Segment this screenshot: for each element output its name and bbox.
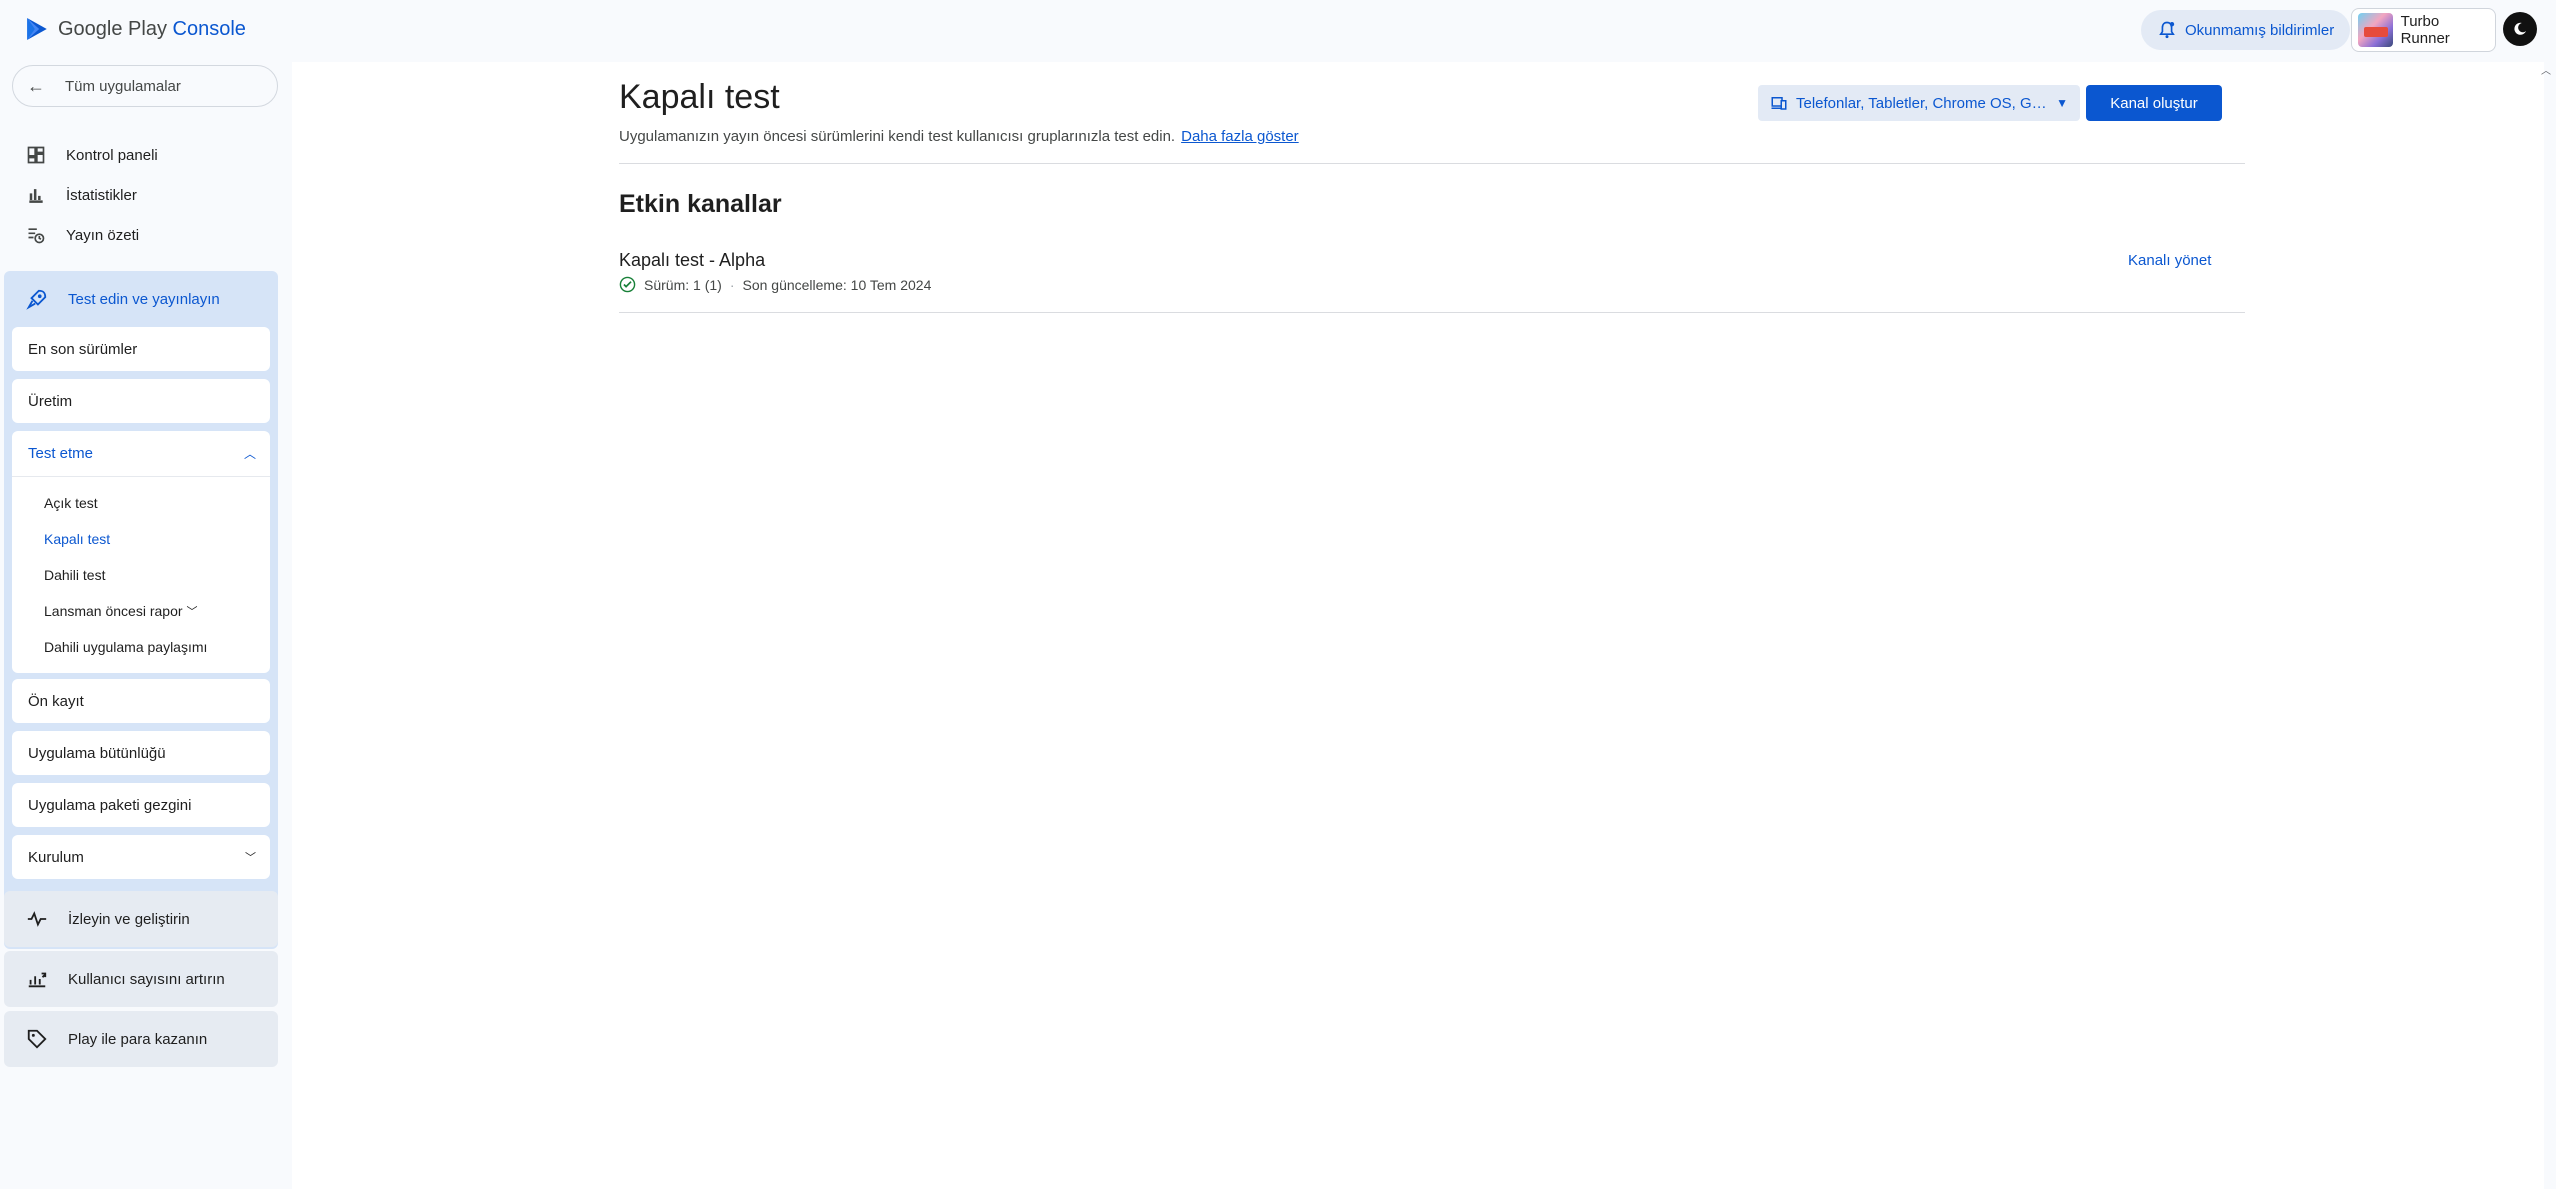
check-circle-icon bbox=[619, 276, 636, 293]
sidebar-item-label: Üretim bbox=[28, 392, 73, 410]
sidebar-group-label: İzleyin ve geliştirin bbox=[68, 910, 190, 928]
separator-dot: · bbox=[729, 276, 735, 293]
sidebar-item-pre-registration[interactable]: Ön kayıt bbox=[12, 679, 270, 723]
sidebar-item-label: Kontrol paneli bbox=[66, 146, 158, 164]
sidebar-group-label: Play ile para kazanın bbox=[68, 1030, 208, 1048]
logo-text: Google Play Console bbox=[58, 17, 246, 40]
track-meta: Sürüm: 1 (1) · Son güncelleme: 10 Tem 20… bbox=[619, 276, 931, 293]
sidebar-item-label: Uygulama paketi gezgini bbox=[28, 796, 192, 814]
sidebar-item-label: En son sürümler bbox=[28, 340, 138, 358]
track-divider bbox=[619, 312, 2245, 313]
bar-chart-icon bbox=[29, 189, 43, 203]
create-track-button[interactable]: Kanal oluştur bbox=[2086, 85, 2222, 121]
manage-track-link[interactable]: Kanalı yönet bbox=[2128, 252, 2211, 269]
dark-theme-toggle[interactable] bbox=[2503, 12, 2537, 46]
sidebar-item-app-bundle-explorer[interactable]: Uygulama paketi gezgini bbox=[12, 783, 270, 827]
sidebar-item-closed-testing[interactable]: Kapalı test bbox=[12, 521, 270, 557]
sidebar-item-label: Ön kayıt bbox=[28, 692, 84, 710]
device-filter-select[interactable]: Telefonlar, Tabletler, Chrome OS, Google… bbox=[1758, 85, 2080, 121]
play-logo-icon bbox=[27, 18, 47, 40]
sidebar-item-internal-app-sharing[interactable]: Dahili uygulama paylaşımı bbox=[12, 629, 270, 665]
top-app-bar: Google Play Console Okunmamış bildirimle… bbox=[0, 0, 2556, 62]
dropdown-arrow-icon: ▼ bbox=[2056, 96, 2068, 110]
app-switcher[interactable]: Turbo Runner bbox=[2351, 8, 2496, 52]
description-text: Uygulamanızın yayın öncesi sürümlerini k… bbox=[619, 128, 1176, 145]
header-divider bbox=[619, 163, 2245, 164]
sidebar: ← Tüm uygulamalar Kontrol paneli İstatis… bbox=[0, 62, 290, 1189]
monetize-tag-icon bbox=[27, 1029, 47, 1049]
chevron-up-icon: ︿ bbox=[243, 447, 256, 461]
release-group-label: Test edin ve yayınlayın bbox=[68, 290, 220, 308]
sidebar-item-dashboard[interactable]: Kontrol paneli bbox=[0, 136, 290, 174]
devices-icon bbox=[1771, 97, 1787, 110]
grow-icon bbox=[28, 972, 47, 988]
sidebar-item-pre-launch-report[interactable]: Lansman öncesi rapor ﹀ bbox=[12, 593, 270, 629]
all-apps-label: Tüm uygulamalar bbox=[65, 77, 181, 95]
play-console-logo[interactable]: Google Play Console bbox=[24, 16, 246, 42]
app-icon bbox=[2358, 13, 2393, 47]
sidebar-item-app-integrity[interactable]: Uygulama bütünlüğü bbox=[12, 731, 270, 775]
sidebar-item-internal-testing[interactable]: Dahili test bbox=[12, 557, 270, 593]
unread-notifications-button[interactable]: Okunmamış bildirimler bbox=[2141, 10, 2351, 50]
testing-label: Test etme bbox=[28, 445, 94, 462]
sidebar-item-latest-releases[interactable]: En son sürümler bbox=[12, 327, 270, 371]
arrow-back-icon: ← bbox=[27, 75, 45, 96]
notification-bell-icon bbox=[2159, 21, 2175, 39]
sidebar-item-label: Kurulum bbox=[28, 848, 84, 866]
main-content: Kapalı test Uygulamanızın yayın öncesi s… bbox=[292, 62, 2544, 1189]
sidebar-group-grow[interactable]: Kullanıcı sayısını artırın bbox=[4, 951, 278, 1007]
testing-section: Test etme ︿ Açık test Kapalı test Dahili… bbox=[12, 431, 270, 673]
chevron-down-icon: ﹀ bbox=[245, 852, 256, 864]
sidebar-group-monetize[interactable]: Play ile para kazanın bbox=[4, 1011, 278, 1067]
all-apps-button[interactable]: ← Tüm uygulamalar bbox=[12, 65, 278, 107]
testing-section-header[interactable]: Test etme ︿ bbox=[12, 431, 270, 477]
chevron-down-icon: ﹀ bbox=[186, 606, 198, 618]
sidebar-item-label: Uygulama bütünlüğü bbox=[28, 744, 166, 762]
scroll-up-icon[interactable]: ︿ bbox=[2541, 62, 2551, 77]
sidebar-group-monitor[interactable]: İzleyin ve geliştirin bbox=[4, 891, 278, 947]
track-name: Kapalı test - Alpha bbox=[619, 250, 766, 270]
page-title: Kapalı test bbox=[619, 78, 780, 116]
rocket-icon bbox=[26, 289, 47, 310]
notifications-label: Okunmamış bildirimler bbox=[2185, 21, 2335, 39]
moon-icon bbox=[2514, 22, 2526, 35]
learn-more-link[interactable]: Daha fazla göster bbox=[1181, 128, 1299, 145]
dashboard-icon bbox=[27, 146, 45, 164]
release-group-header[interactable]: Test edin ve yayınlayın bbox=[4, 271, 278, 327]
sidebar-item-open-testing[interactable]: Açık test bbox=[12, 485, 270, 521]
track-version: Sürüm: 1 (1) bbox=[644, 276, 722, 293]
publishing-overview-icon bbox=[28, 228, 45, 244]
monitor-icon bbox=[27, 911, 47, 927]
sidebar-item-label: Yayın özeti bbox=[66, 226, 140, 244]
sidebar-item-publishing-overview[interactable]: Yayın özeti bbox=[0, 216, 290, 254]
app-name: Turbo Runner bbox=[2400, 13, 2450, 47]
active-tracks-heading: Etkin kanallar bbox=[619, 190, 782, 218]
page-description: Uygulamanızın yayın öncesi sürümlerini k… bbox=[619, 128, 1299, 145]
sidebar-group-label: Kullanıcı sayısını artırın bbox=[68, 970, 225, 988]
device-filter-value: Telefonlar, Tabletler, Chrome OS, Google… bbox=[1796, 94, 2049, 112]
sidebar-item-statistics[interactable]: İstatistikler bbox=[0, 176, 290, 214]
release-group: Test edin ve yayınlayın En son sürümler … bbox=[4, 271, 278, 949]
sidebar-item-label: İstatistikler bbox=[66, 186, 137, 204]
sidebar-item-setup[interactable]: Kurulum ﹀ bbox=[12, 835, 270, 879]
track-last-update: Son güncelleme: 10 Tem 2024 bbox=[742, 276, 932, 293]
sidebar-item-production[interactable]: Üretim bbox=[12, 379, 270, 423]
